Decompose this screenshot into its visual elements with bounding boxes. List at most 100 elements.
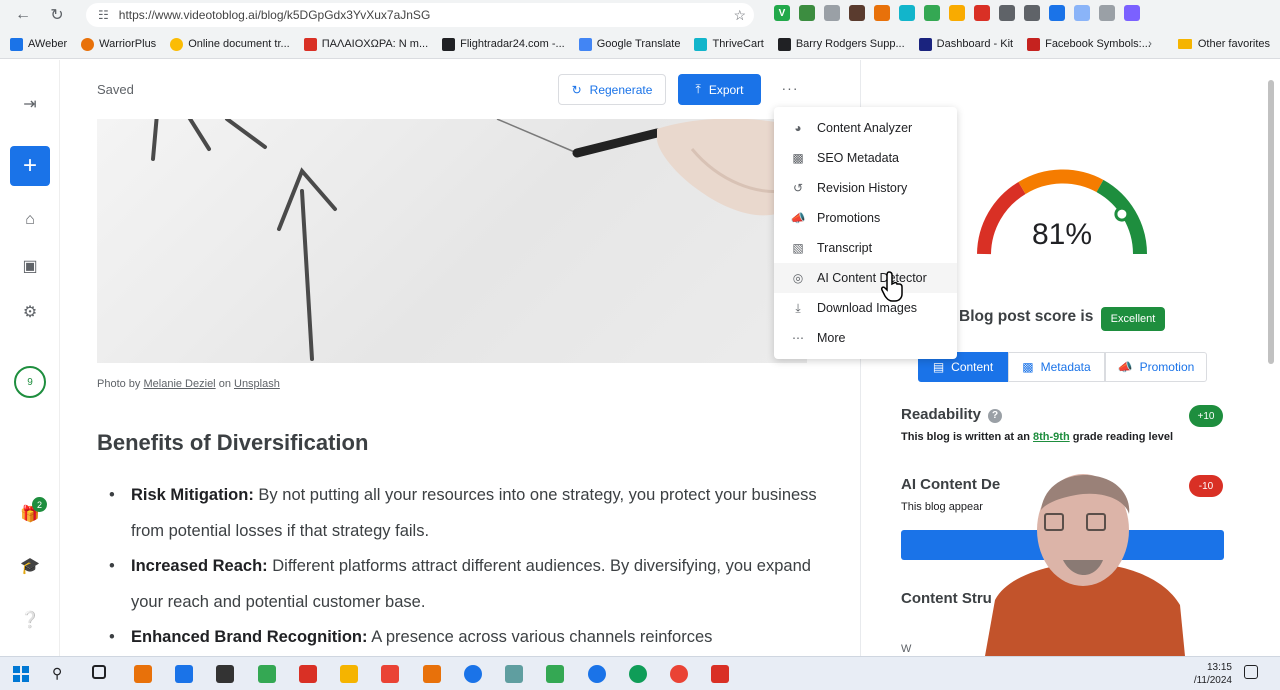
menu-item-transcript[interactable]: ▧ Transcript xyxy=(774,233,957,263)
menu-item-ai-content-detector[interactable]: ◎ AI Content Detector xyxy=(774,263,957,293)
tab-metadata[interactable]: ▩ Metadata xyxy=(1008,352,1105,382)
site-info-icon[interactable]: ☷ xyxy=(98,8,109,22)
puzzle-icon[interactable] xyxy=(999,5,1015,21)
menu-item-promotions[interactable]: 📣 Promotions xyxy=(774,203,957,233)
bookmark-star-icon[interactable]: ☆ xyxy=(733,7,746,24)
bookmark-item[interactable]: Dashboard - Kit xyxy=(918,37,1013,51)
help-icon[interactable]: ❔ xyxy=(18,608,42,632)
extension-icon[interactable] xyxy=(924,5,940,21)
laptop-icon: ▩ xyxy=(1022,360,1034,374)
readability-title-text: Readability xyxy=(901,406,982,423)
refresh-icon: ↻ xyxy=(571,82,582,97)
camera-icon[interactable] xyxy=(824,5,840,21)
scrollbar-thumb[interactable] xyxy=(1268,80,1274,364)
target-icon: ◎ xyxy=(792,271,804,285)
bookmark-item[interactable]: AWeber xyxy=(10,37,68,51)
bullet-term: Enhanced Brand Recognition: xyxy=(131,628,368,646)
credits-indicator[interactable]: 9 xyxy=(14,366,46,398)
extension-icon[interactable] xyxy=(874,5,890,21)
clock-time: 13:15 xyxy=(1206,662,1232,673)
menu-item-label: More xyxy=(817,331,846,345)
menu-item-content-analyzer[interactable]: ◕ Content Analyzer xyxy=(774,113,957,143)
bookmark-item[interactable]: ΠΑΛΑΙΟΧΩΡΑ: Ν m... xyxy=(303,37,429,51)
home-icon[interactable]: ⌂ xyxy=(18,208,42,232)
robot-icon[interactable]: ▣ xyxy=(18,254,42,278)
app-icon[interactable] xyxy=(464,665,482,683)
list-item[interactable]: Enhanced Brand Recognition: A presence a… xyxy=(97,620,817,656)
bookmark-item[interactable]: WarriorPlus xyxy=(81,37,156,51)
bookmark-item[interactable]: Online document tr... xyxy=(170,37,290,51)
section-heading[interactable]: Benefits of Diversification xyxy=(97,430,368,456)
extension-icon[interactable] xyxy=(799,5,815,21)
photographer-link[interactable]: Melanie Deziel xyxy=(143,378,215,390)
bookmark-item[interactable]: Facebook Symbols:... xyxy=(1027,37,1151,51)
menu-item-download-images[interactable]: ⤓ Download Images xyxy=(774,293,957,323)
bookmark-item[interactable]: Google Translate xyxy=(578,37,680,51)
megaphone-icon: 📣 xyxy=(790,211,806,225)
menu-item-seo-metadata[interactable]: ▩ SEO Metadata xyxy=(774,143,957,173)
edge-icon[interactable] xyxy=(629,665,647,683)
app-icon[interactable] xyxy=(588,665,606,683)
menu-item-more[interactable]: ⋯ More xyxy=(774,323,957,353)
menu-dots-icon[interactable] xyxy=(1099,5,1115,21)
extension-icon[interactable] xyxy=(974,5,990,21)
chrome-icon[interactable] xyxy=(670,665,688,683)
bookmark-item[interactable]: Flightradar24.com -... xyxy=(442,37,565,51)
bookmark-label: ΠΑΛΑΙΟΧΩΡΑ: Ν m... xyxy=(321,38,429,50)
app-icon[interactable] xyxy=(423,665,441,683)
list-item[interactable]: Risk Mitigation: By not putting all your… xyxy=(97,478,817,549)
help-icon[interactable]: ? xyxy=(988,408,1003,423)
bookmark-item[interactable]: ThriveCart xyxy=(694,37,764,51)
other-favorites[interactable]: › Other favorites xyxy=(1148,38,1270,50)
app-icon[interactable] xyxy=(711,665,729,683)
app-icon[interactable] xyxy=(381,665,399,683)
bookmark-label: AWeber xyxy=(28,38,68,50)
app-icon[interactable] xyxy=(546,665,564,683)
chevron-right-icon[interactable]: › xyxy=(1148,38,1152,50)
unsplash-link[interactable]: Unsplash xyxy=(234,378,280,390)
task-view-icon[interactable] xyxy=(92,665,106,679)
copilot-icon[interactable] xyxy=(1124,5,1140,21)
new-blog-button[interactable]: + xyxy=(10,146,50,186)
tab-label: Content xyxy=(951,360,994,374)
menu-item-label: Promotions xyxy=(817,211,881,225)
app-icon[interactable] xyxy=(258,665,276,683)
graduation-cap-icon[interactable]: 🎓 xyxy=(18,554,42,578)
app-icon[interactable] xyxy=(216,665,234,683)
profile-icon[interactable] xyxy=(1074,5,1090,21)
file-explorer-icon[interactable] xyxy=(340,665,358,683)
reload-icon[interactable]: ↻ xyxy=(44,2,70,28)
address-bar[interactable]: ☷ https://www.videotoblog.ai/blog/k5DGpG… xyxy=(86,3,754,27)
windows-start-icon[interactable] xyxy=(12,665,30,683)
notifications-icon[interactable] xyxy=(1244,665,1258,679)
settings-icon[interactable]: ⚙ xyxy=(18,300,42,324)
bookmark-item[interactable]: Barry Rodgers Supp... xyxy=(777,37,905,51)
tab-promotion[interactable]: 📣 Promotion xyxy=(1105,352,1207,382)
other-favorites-label: Other favorites xyxy=(1197,38,1270,50)
regenerate-button[interactable]: ↻ Regenerate xyxy=(558,74,666,105)
search-icon[interactable]: ⚲ xyxy=(52,665,70,683)
expand-sidebar-icon[interactable]: ⇥ xyxy=(18,92,42,116)
export-button[interactable]: ⤒ Export xyxy=(678,74,761,105)
extension-icon[interactable] xyxy=(949,5,965,21)
favorites-icon[interactable] xyxy=(1024,5,1040,21)
app-icon[interactable] xyxy=(299,665,317,683)
back-icon[interactable]: ← xyxy=(10,2,36,28)
list-item[interactable]: Increased Reach: Different platforms att… xyxy=(97,549,817,620)
transcript-icon: ▧ xyxy=(792,241,804,255)
app-icon[interactable] xyxy=(505,665,523,683)
app-icon[interactable] xyxy=(134,665,152,683)
bookmark-favicon xyxy=(303,37,317,51)
extension-icon[interactable]: V xyxy=(774,5,790,21)
grade-link[interactable]: 8th-9th xyxy=(1033,431,1070,443)
page-scrollbar[interactable] xyxy=(1266,66,1276,652)
benefits-list[interactable]: Risk Mitigation: By not putting all your… xyxy=(97,478,817,656)
app-icon[interactable] xyxy=(175,665,193,683)
taskbar-clock[interactable]: 13:15 /11/2024 xyxy=(1190,661,1232,687)
menu-item-revision-history[interactable]: ↺ Revision History xyxy=(774,173,957,203)
more-options-button[interactable]: ··· xyxy=(780,80,800,100)
extension-icon[interactable] xyxy=(849,5,865,21)
export-label: Export xyxy=(708,82,744,97)
collections-icon[interactable] xyxy=(1049,5,1065,21)
extension-icon[interactable] xyxy=(899,5,915,21)
